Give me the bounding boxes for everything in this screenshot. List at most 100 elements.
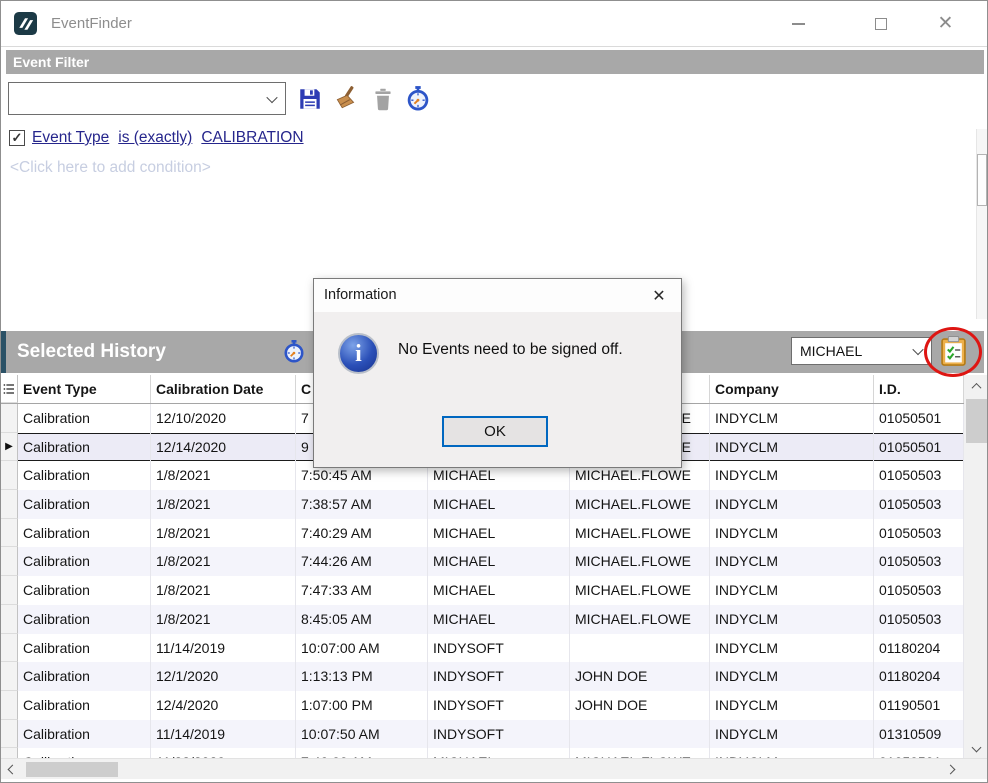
information-dialog: Information ✕ i No Events need to be sig… (313, 278, 682, 468)
filter-panel-scrollbar-thumb[interactable] (977, 154, 987, 206)
row-selector-cell[interactable] (1, 662, 18, 691)
condition-value-link[interactable]: CALIBRATION (201, 129, 303, 147)
table-cell (570, 634, 710, 663)
table-cell: 01050501 (874, 433, 964, 462)
condition-field-link[interactable]: Event Type (32, 129, 109, 147)
save-filter-button[interactable] (297, 86, 323, 112)
scroll-left-button[interactable] (3, 759, 21, 779)
row-selector-cell[interactable] (1, 576, 18, 605)
row-selector-cell[interactable] (1, 404, 18, 433)
table-row[interactable]: Calibration12/1/20201:13:13 PMINDYSOFTJO… (1, 662, 964, 691)
table-cell: 01050501 (874, 404, 964, 433)
table-cell: Calibration (18, 461, 151, 490)
table-cell: MICHAEL.FLOWE (570, 605, 710, 634)
signoff-clipboard-check-button[interactable] (940, 335, 967, 367)
table-cell: 1/8/2021 (151, 519, 296, 548)
table-cell: INDYCLM (710, 748, 874, 758)
row-selector-cell[interactable] (1, 720, 18, 749)
filter-panel-scrollbar[interactable] (976, 129, 987, 319)
maximize-icon (875, 18, 887, 30)
table-cell: INDYCLM (710, 576, 874, 605)
maximize-button[interactable] (858, 1, 903, 46)
combo-dropdown-button[interactable] (905, 347, 931, 355)
table-row[interactable]: Calibration11/14/201910:07:50 AMINDYSOFT… (1, 720, 964, 749)
minimize-button[interactable] (776, 1, 821, 46)
delete-filter-trash-button[interactable] (370, 86, 396, 112)
run-filter-stopwatch-button[interactable] (405, 85, 431, 111)
table-cell: MICHAEL (428, 547, 570, 576)
column-header[interactable]: Company (710, 375, 874, 403)
ok-button[interactable]: OK (442, 416, 548, 447)
row-selector-cell[interactable] (1, 634, 18, 663)
scroll-down-button[interactable] (964, 736, 988, 758)
table-cell: INDYCLM (710, 691, 874, 720)
scroll-right-button[interactable] (941, 759, 959, 779)
table-cell: Calibration (18, 662, 151, 691)
row-selector-cell[interactable] (1, 691, 18, 720)
table-vertical-scrollbar[interactable] (964, 375, 988, 758)
clear-filter-broom-button[interactable] (333, 85, 359, 111)
filter-name-input[interactable] (9, 83, 259, 114)
table-row[interactable]: Calibration1/8/20217:38:57 AMMICHAELMICH… (1, 490, 964, 519)
table-cell: INDYSOFT (428, 720, 570, 749)
table-cell: 1/8/2021 (151, 605, 296, 634)
table-cell: MICHAEL.FLOWE (570, 576, 710, 605)
table-cell: MICHAEL.FLOWE (570, 547, 710, 576)
row-selector-cell[interactable] (1, 490, 18, 519)
table-cell: 1/8/2021 (151, 547, 296, 576)
table-cell: 01050503 (874, 490, 964, 519)
table-cell: 11/23/2020 (151, 748, 296, 758)
table-cell: MICHAEL (428, 605, 570, 634)
user-combobox-value: MICHAEL (792, 343, 905, 359)
row-selector-cell[interactable] (1, 547, 18, 576)
table-cell: 7:40:00 AM (296, 748, 428, 758)
table-cell: 1/8/2021 (151, 576, 296, 605)
dialog-close-button[interactable]: ✕ (637, 279, 681, 312)
table-row[interactable]: Calibration1/8/20218:45:05 AMMICHAELMICH… (1, 605, 964, 634)
dialog-title: Information (324, 279, 397, 312)
chevron-up-icon (972, 382, 982, 392)
user-combobox[interactable]: MICHAEL (791, 337, 932, 365)
horizontal-scrollbar-thumb[interactable] (26, 762, 118, 777)
row-selector-cell[interactable] (1, 461, 18, 490)
combo-dropdown-button[interactable] (259, 95, 285, 103)
condition-checkbox[interactable]: ✓ (9, 130, 25, 146)
table-cell: 01050503 (874, 547, 964, 576)
chevron-left-icon (7, 764, 17, 774)
row-selector-cell[interactable] (1, 605, 18, 634)
table-cell: MICHAEL.FLOWE (570, 490, 710, 519)
scroll-up-button[interactable] (964, 375, 988, 397)
table-cell: JOHN DOE (570, 691, 710, 720)
checkmark-icon: ✓ (12, 130, 23, 145)
filter-preset-combobox[interactable] (8, 82, 286, 115)
row-selector-cell[interactable] (1, 748, 18, 758)
table-cell: INDYSOFT (428, 691, 570, 720)
table-cell: INDYCLM (710, 433, 874, 462)
row-indicator-header[interactable] (1, 375, 18, 403)
column-header[interactable]: I.D. (874, 375, 964, 403)
app-logo-icon (14, 12, 37, 35)
close-button[interactable]: ✕ (923, 1, 968, 46)
table-cell (570, 720, 710, 749)
history-stopwatch-icon[interactable] (282, 339, 306, 363)
condition-operator-link[interactable]: is (exactly) (118, 129, 192, 147)
table-cell: 11/14/2019 (151, 634, 296, 663)
info-glyph: i (355, 342, 362, 366)
table-row[interactable]: Calibration11/23/20207:40:00 AMMICHAELMI… (1, 748, 964, 758)
vertical-scrollbar-thumb[interactable] (966, 399, 987, 443)
row-selector-cell[interactable] (1, 519, 18, 548)
row-selector-cell[interactable]: ▶ (1, 433, 18, 462)
column-header[interactable]: Event Type (18, 375, 151, 403)
table-cell: Calibration (18, 490, 151, 519)
table-row[interactable]: Calibration12/4/20201:07:00 PMINDYSOFTJO… (1, 691, 964, 720)
table-row[interactable]: Calibration11/14/201910:07:00 AMINDYSOFT… (1, 634, 964, 663)
table-row[interactable]: Calibration1/8/20217:44:26 AMMICHAELMICH… (1, 547, 964, 576)
table-row[interactable]: Calibration1/8/20217:40:29 AMMICHAELMICH… (1, 519, 964, 548)
add-condition-link[interactable]: <Click here to add condition> (10, 159, 211, 177)
column-header[interactable]: Calibration Date (151, 375, 296, 403)
table-cell: 7:38:57 AM (296, 490, 428, 519)
table-cell: 10:07:50 AM (296, 720, 428, 749)
table-horizontal-scrollbar[interactable] (1, 758, 988, 779)
table-row[interactable]: Calibration1/8/20217:47:33 AMMICHAELMICH… (1, 576, 964, 605)
table-cell: 12/14/2020 (151, 433, 296, 462)
